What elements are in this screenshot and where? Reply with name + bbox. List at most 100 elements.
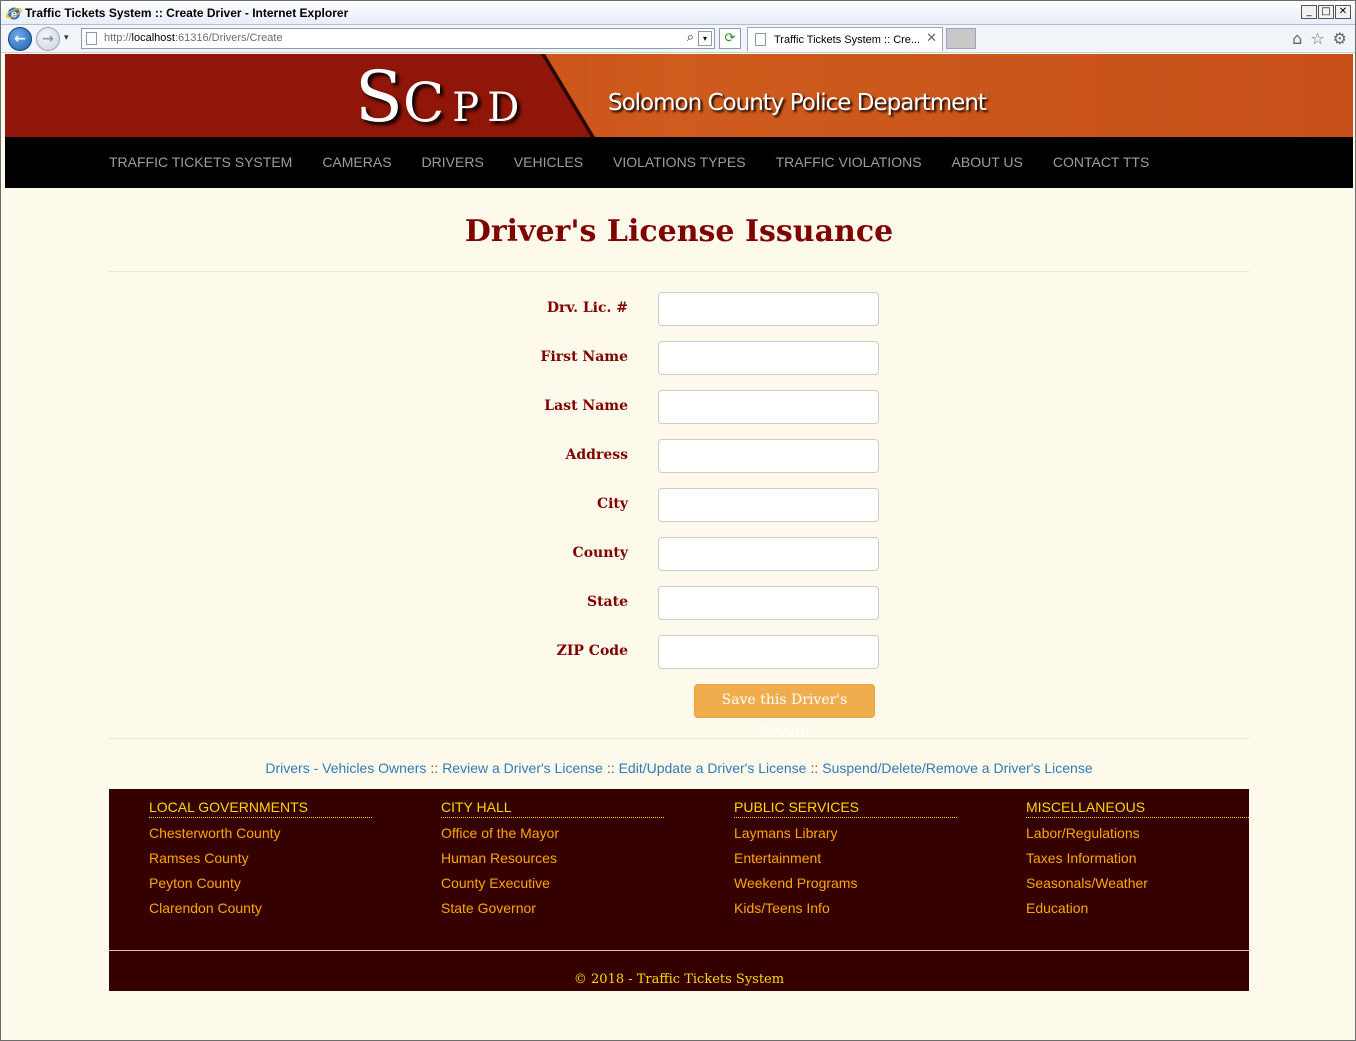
divider bbox=[109, 738, 1249, 739]
last-name-label: Last Name bbox=[544, 398, 628, 414]
state-label: State bbox=[586, 594, 628, 610]
form-row-zip-code: ZIP Code bbox=[5, 635, 1353, 669]
tab-page-icon bbox=[755, 33, 766, 46]
footer-link[interactable]: Human Resources bbox=[441, 848, 664, 873]
footer-column-city-hall: CITY HALL Office of the Mayor Human Reso… bbox=[441, 799, 664, 923]
zip-code-label: ZIP Code bbox=[556, 643, 628, 659]
tab-title: Traffic Tickets System :: Cre... bbox=[774, 34, 921, 46]
footer-link[interactable]: Entertainment bbox=[734, 848, 957, 873]
forward-arrow-icon: → bbox=[42, 31, 54, 47]
close-button[interactable]: ✕ bbox=[1335, 5, 1351, 19]
footer-heading: LOCAL GOVERNMENTS bbox=[149, 799, 372, 818]
history-dropdown-icon[interactable]: ▾ bbox=[64, 33, 69, 43]
first-name-label: First Name bbox=[540, 349, 628, 365]
site-title: Solomon County Police Department bbox=[608, 90, 987, 116]
footer-link[interactable]: Seasonals/Weather bbox=[1026, 873, 1249, 898]
link-suspend-drivers-license[interactable]: Suspend/Delete/Remove a Driver's License bbox=[822, 760, 1092, 776]
city-input[interactable] bbox=[658, 488, 879, 522]
page-title: Driver's License Issuance bbox=[464, 214, 894, 249]
link-separator: :: bbox=[430, 760, 439, 776]
form-row-city: City bbox=[5, 488, 1353, 522]
address-bar[interactable]: http://localhost:61316/Drivers/Create ⌕ … bbox=[81, 28, 715, 49]
footer-link[interactable]: Weekend Programs bbox=[734, 873, 957, 898]
tab-close-icon[interactable]: ✕ bbox=[926, 31, 937, 46]
browser-tool-icons: ⌂ ☆ ⚙ bbox=[1292, 29, 1347, 48]
footer-heading: CITY HALL bbox=[441, 799, 664, 818]
county-input[interactable] bbox=[658, 537, 879, 571]
copyright-text: © 2018 - Traffic Tickets System bbox=[573, 972, 785, 987]
nav-item-traffic-tickets-system[interactable]: TRAFFIC TICKETS SYSTEM bbox=[109, 154, 292, 170]
url-text[interactable]: http://localhost:61316/Drivers/Create bbox=[104, 32, 283, 44]
nav-item-contact-tts[interactable]: CONTACT TTS bbox=[1053, 154, 1149, 170]
city-label: City bbox=[596, 496, 628, 512]
save-button[interactable]: Save this Driver's Record bbox=[694, 684, 875, 739]
form-row-state: State bbox=[5, 586, 1353, 620]
address-label: Address bbox=[565, 447, 629, 463]
nav-item-violations-types[interactable]: VIOLATIONS TYPES bbox=[613, 154, 746, 170]
footer-link[interactable]: Taxes Information bbox=[1026, 848, 1249, 873]
address-input[interactable] bbox=[658, 439, 879, 473]
search-icon[interactable]: ⌕ bbox=[687, 30, 694, 45]
nav-item-vehicles[interactable]: VEHICLES bbox=[514, 154, 583, 170]
new-tab-button[interactable] bbox=[946, 28, 976, 49]
footer-link[interactable]: Laymans Library bbox=[734, 823, 957, 848]
back-arrow-icon: ← bbox=[14, 31, 26, 47]
address-dropdown-icon[interactable]: ▾ bbox=[698, 31, 712, 46]
footer-link[interactable]: Labor/Regulations bbox=[1026, 823, 1249, 848]
footer-link[interactable]: Office of the Mayor bbox=[441, 823, 664, 848]
refresh-button[interactable]: ⟳ bbox=[719, 28, 741, 49]
home-icon[interactable]: ⌂ bbox=[1292, 29, 1302, 48]
footer-link[interactable]: County Executive bbox=[441, 873, 664, 898]
maximize-button[interactable]: □ bbox=[1318, 5, 1334, 19]
footer-column-miscellaneous: MISCELLANEOUS Labor/Regulations Taxes In… bbox=[1026, 799, 1249, 923]
page-icon bbox=[86, 32, 97, 45]
link-review-drivers-license[interactable]: Review a Driver's License bbox=[442, 760, 603, 776]
footer-link[interactable]: Chesterworth County bbox=[149, 823, 372, 848]
last-name-input[interactable] bbox=[658, 390, 879, 424]
nav-item-traffic-violations[interactable]: TRAFFIC VIOLATIONS bbox=[776, 154, 922, 170]
gear-icon[interactable]: ⚙ bbox=[1333, 29, 1347, 48]
footer-link[interactable]: Peyton County bbox=[149, 873, 372, 898]
footer-heading: PUBLIC SERVICES bbox=[734, 799, 957, 818]
window-controls: _ □ ✕ bbox=[1301, 5, 1351, 19]
footer-column-public-services: PUBLIC SERVICES Laymans Library Entertai… bbox=[734, 799, 957, 923]
footer-heading: MISCELLANEOUS bbox=[1026, 799, 1249, 818]
browser-window: e Traffic Tickets System :: Create Drive… bbox=[0, 0, 1356, 1041]
footer-divider bbox=[109, 950, 1249, 951]
favorites-icon[interactable]: ☆ bbox=[1310, 29, 1324, 48]
nav-item-about-us[interactable]: ABOUT US bbox=[952, 154, 1023, 170]
ie-logo-icon: e bbox=[6, 7, 22, 21]
form-row-drv-lic: Drv. Lic. # bbox=[5, 292, 1353, 326]
state-input[interactable] bbox=[658, 586, 879, 620]
nav-item-cameras[interactable]: CAMERAS bbox=[322, 154, 391, 170]
window-title: Traffic Tickets System :: Create Driver … bbox=[25, 6, 349, 20]
back-button[interactable]: ← bbox=[8, 27, 32, 51]
form-row-county: County bbox=[5, 537, 1353, 571]
main-navigation: TRAFFIC TICKETS SYSTEM CAMERAS DRIVERS V… bbox=[5, 137, 1353, 188]
browser-toolbar: ← → ▾ http://localhost:61316/Drivers/Cre… bbox=[1, 25, 1355, 53]
footer-link[interactable]: Ramses County bbox=[149, 848, 372, 873]
link-drivers-vehicles-owners[interactable]: Drivers - Vehicles Owners bbox=[265, 760, 426, 776]
footer-column-local-governments: LOCAL GOVERNMENTS Chesterworth County Ra… bbox=[149, 799, 372, 923]
minimize-button[interactable]: _ bbox=[1301, 5, 1317, 19]
zip-code-input[interactable] bbox=[658, 635, 879, 669]
first-name-input[interactable] bbox=[658, 341, 879, 375]
forward-button[interactable]: → bbox=[36, 27, 60, 51]
browser-tab[interactable]: Traffic Tickets System :: Cre... ✕ bbox=[747, 27, 943, 51]
footer-link[interactable]: Kids/Teens Info bbox=[734, 898, 957, 923]
footer-link[interactable]: State Governor bbox=[441, 898, 664, 923]
divider bbox=[109, 271, 1249, 272]
site-banner: SC P D Solomon County Police Department bbox=[5, 54, 1353, 137]
scpd-logo: SC P D bbox=[355, 56, 520, 137]
link-separator: :: bbox=[606, 760, 615, 776]
form-row-last-name: Last Name bbox=[5, 390, 1353, 424]
link-edit-drivers-license[interactable]: Edit/Update a Driver's License bbox=[619, 760, 807, 776]
county-label: County bbox=[572, 545, 628, 561]
page-content: Driver's License Issuance Drv. Lic. # Fi… bbox=[5, 188, 1353, 1040]
footer-link[interactable]: Clarendon County bbox=[149, 898, 372, 923]
drv-lic-input[interactable] bbox=[658, 292, 879, 326]
drv-lic-label: Drv. Lic. # bbox=[546, 300, 628, 316]
footer-link[interactable]: Education bbox=[1026, 898, 1249, 923]
nav-item-drivers[interactable]: DRIVERS bbox=[422, 154, 484, 170]
site-footer: LOCAL GOVERNMENTS Chesterworth County Ra… bbox=[109, 789, 1249, 991]
